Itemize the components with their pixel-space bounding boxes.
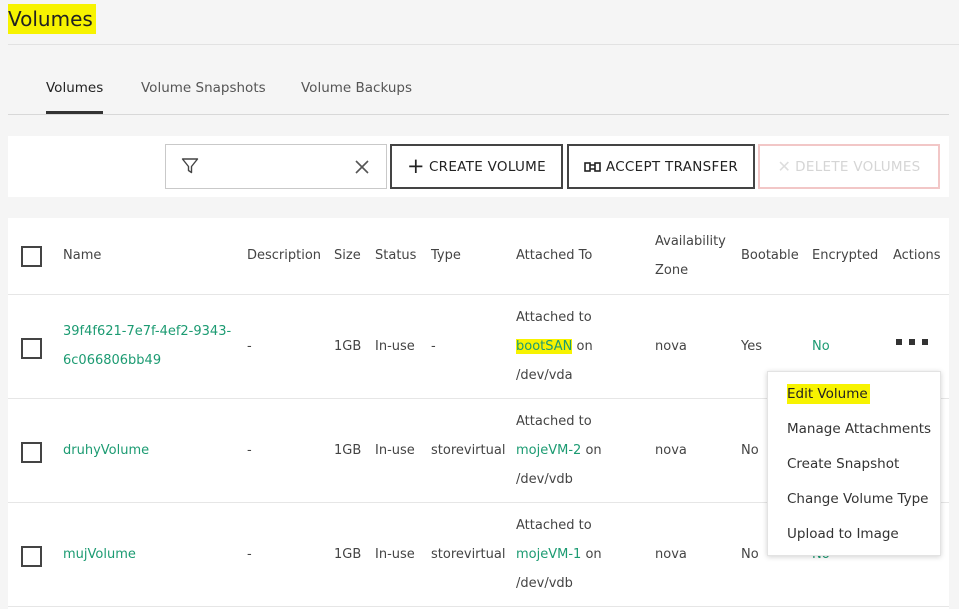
menu-item-change-volume-type[interactable]: Change Volume Type — [787, 489, 929, 509]
volume-size: 1GB — [334, 339, 362, 354]
funnel-icon — [181, 158, 199, 174]
attached-on: on — [585, 547, 602, 562]
more-icon-dot — [909, 339, 915, 345]
attached-to-line: mojeVM-1 on — [516, 540, 602, 569]
page-title: Volumes — [8, 4, 96, 34]
attached-on: on — [585, 443, 602, 458]
row-actions-menu-button[interactable] — [896, 332, 936, 352]
volume-status: In-use — [375, 339, 415, 354]
volume-description: - — [247, 547, 252, 562]
title-divider — [8, 44, 959, 45]
more-icon-dot — [922, 339, 928, 345]
volume-availability-zone: nova — [655, 443, 687, 458]
attached-on: on — [576, 339, 593, 354]
volume-description: - — [247, 339, 252, 354]
attached-server-link[interactable]: bootSAN — [516, 339, 573, 354]
volume-name-link[interactable]: mujVolume — [63, 540, 136, 569]
menu-item-upload-to-image[interactable]: Upload to Image — [787, 524, 899, 544]
volume-status: In-use — [375, 443, 415, 458]
volume-size: 1GB — [334, 547, 362, 562]
attached-to-line: mojeVM-2 on — [516, 436, 602, 465]
column-header-actions: Actions — [893, 248, 941, 263]
attached-prefix: Attached to — [516, 414, 592, 429]
volume-bootable: No — [741, 547, 759, 562]
volume-description: - — [247, 443, 252, 458]
menu-item-create-snapshot[interactable]: Create Snapshot — [787, 454, 899, 474]
menu-item-manage-attachments[interactable]: Manage Attachments — [787, 419, 931, 439]
column-header-zone[interactable]: Zone — [655, 256, 688, 285]
close-icon[interactable] — [354, 159, 370, 175]
column-header-attached-to[interactable]: Attached To — [516, 241, 592, 270]
column-header-status[interactable]: Status — [375, 241, 416, 270]
volume-availability-zone: nova — [655, 339, 687, 354]
attached-device: /dev/vdb — [516, 472, 573, 487]
column-header-availability[interactable]: Availability — [655, 227, 726, 256]
accept-transfer-label: ACCEPT TRANSFER — [605, 158, 739, 175]
accept-transfer-button[interactable]: ACCEPT TRANSFER — [567, 144, 755, 189]
close-icon: ✕ — [777, 156, 792, 176]
select-all-checkbox[interactable] — [21, 246, 42, 267]
attached-device: /dev/vdb — [516, 576, 573, 591]
volume-size: 1GB — [334, 443, 362, 458]
row-divider — [8, 606, 949, 607]
volume-name-link-continued[interactable]: 6c066806bb49 — [63, 346, 161, 375]
create-volume-label: CREATE VOLUME — [428, 158, 546, 175]
create-volume-button[interactable]: + CREATE VOLUME — [390, 144, 563, 189]
column-header-size[interactable]: Size — [334, 241, 361, 270]
column-header-description[interactable]: Description — [247, 241, 321, 270]
volume-bootable: No — [741, 443, 759, 458]
tab-volume-backups[interactable]: Volume Backups — [301, 80, 412, 96]
attached-device: /dev/vda — [516, 368, 573, 383]
transfer-icon — [584, 161, 601, 172]
delete-volumes-button[interactable]: ✕ DELETE VOLUMES — [758, 144, 940, 189]
tabs-divider — [8, 114, 949, 115]
tab-volume-snapshots[interactable]: Volume Snapshots — [141, 80, 266, 96]
volume-bootable: Yes — [741, 339, 762, 354]
volume-type: - — [431, 339, 436, 354]
volume-type: storevirtual — [431, 547, 506, 562]
volume-type: storevirtual — [431, 443, 506, 458]
plus-icon: + — [407, 154, 425, 178]
column-header-bootable[interactable]: Bootable — [741, 241, 799, 270]
filter-input[interactable] — [210, 152, 346, 182]
delete-volumes-label: DELETE VOLUMES — [795, 158, 921, 175]
volume-availability-zone: nova — [655, 547, 687, 562]
attached-prefix: Attached to — [516, 310, 592, 325]
row-checkbox[interactable] — [21, 546, 42, 567]
volume-encrypted: No — [812, 339, 830, 354]
row-checkbox[interactable] — [21, 338, 42, 359]
column-header-encrypted[interactable]: Encrypted — [812, 241, 878, 270]
row-checkbox[interactable] — [21, 442, 42, 463]
volume-name-link[interactable]: druhyVolume — [63, 436, 149, 465]
attached-server-link[interactable]: mojeVM-1 — [516, 547, 581, 562]
volume-status: In-use — [375, 547, 415, 562]
header-divider — [8, 294, 949, 295]
column-header-type[interactable]: Type — [431, 241, 461, 270]
column-header-name[interactable]: Name — [63, 241, 101, 270]
menu-item-edit-volume[interactable]: Edit Volume — [787, 384, 870, 404]
tab-volumes[interactable]: Volumes — [46, 80, 103, 96]
attached-server-link[interactable]: mojeVM-2 — [516, 443, 581, 458]
volume-name-link[interactable]: 39f4f621-7e7f-4ef2-9343- — [63, 317, 231, 346]
attached-prefix: Attached to — [516, 518, 592, 533]
more-icon-dot — [896, 339, 902, 345]
attached-to-line: bootSAN on — [516, 332, 593, 361]
